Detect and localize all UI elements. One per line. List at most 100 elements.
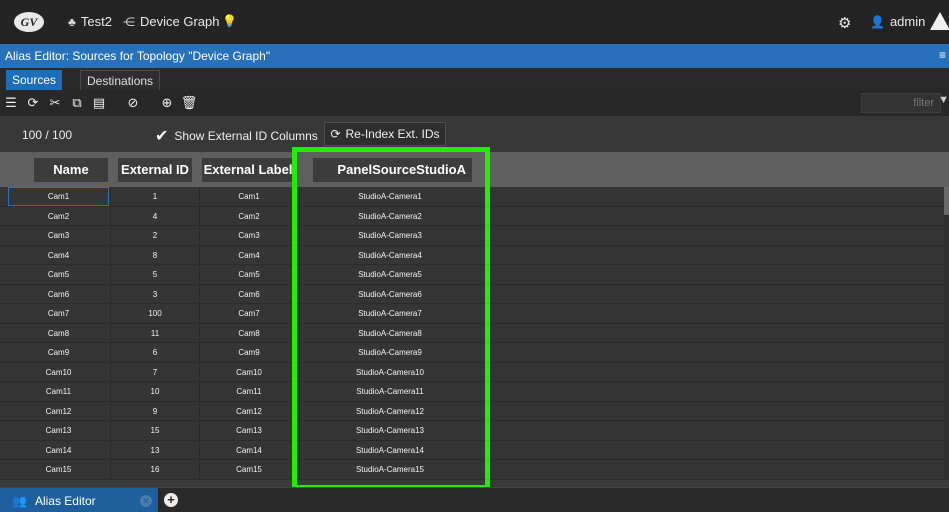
cell-ext-label[interactable]: Cam3 bbox=[200, 226, 298, 245]
table-row[interactable]: Cam5 5 Cam5 StudioA-Camera5 bbox=[0, 265, 946, 285]
add-icon[interactable]: ⊕ bbox=[158, 94, 176, 112]
cell-name[interactable]: Cam4 bbox=[8, 246, 109, 265]
cell-name[interactable]: Cam7 bbox=[8, 304, 109, 323]
cell-name[interactable]: Cam1 bbox=[8, 187, 109, 206]
cell-ext-id[interactable]: 3 bbox=[112, 285, 198, 304]
cell-ext-label[interactable]: Cam7 bbox=[200, 304, 298, 323]
cell-panel[interactable]: StudioA-Camera8 bbox=[300, 324, 480, 343]
table-row[interactable]: Cam8 11 Cam8 StudioA-Camera8 bbox=[0, 324, 946, 343]
table-row[interactable]: Cam15 16 Cam15 StudioA-Camera15 bbox=[0, 460, 946, 480]
cell-name[interactable]: Cam5 bbox=[8, 265, 109, 284]
tab-alias-editor[interactable]: 👥 Alias Editor ✕ bbox=[0, 488, 158, 512]
cell-name[interactable]: Cam8 bbox=[8, 324, 109, 343]
tab-sources[interactable]: Sources bbox=[6, 70, 63, 90]
cell-panel[interactable]: StudioA-Camera10 bbox=[300, 363, 480, 382]
paste-icon[interactable]: ▤ bbox=[90, 94, 108, 112]
cut-icon[interactable]: ✂ bbox=[46, 94, 64, 112]
cell-ext-label[interactable]: Cam4 bbox=[200, 246, 298, 265]
cell-panel[interactable]: StudioA-Camera4 bbox=[300, 246, 480, 265]
column-header-name[interactable]: Name bbox=[34, 158, 108, 182]
cell-panel[interactable]: StudioA-Camera5 bbox=[300, 265, 480, 284]
cell-panel[interactable]: StudioA-Camera6 bbox=[300, 285, 480, 304]
cell-ext-id[interactable]: 4 bbox=[112, 207, 198, 226]
table-row[interactable]: Cam2 4 Cam2 StudioA-Camera2 bbox=[0, 207, 946, 226]
cell-ext-id[interactable]: 8 bbox=[112, 246, 198, 265]
cell-ext-label[interactable]: Cam1 bbox=[200, 187, 298, 206]
cell-ext-id[interactable]: 6 bbox=[112, 343, 198, 362]
cell-ext-label[interactable]: Cam5 bbox=[200, 265, 298, 284]
cell-ext-id[interactable]: 11 bbox=[112, 324, 198, 343]
cell-ext-label[interactable]: Cam14 bbox=[200, 441, 298, 460]
table-row[interactable]: Cam14 13 Cam14 StudioA-Camera14 bbox=[0, 441, 946, 460]
cell-ext-id[interactable]: 5 bbox=[112, 265, 198, 284]
column-header-external-label[interactable]: External Label bbox=[202, 158, 294, 182]
cell-ext-label[interactable]: Cam6 bbox=[200, 285, 298, 304]
list-icon[interactable]: ☰ bbox=[2, 94, 20, 112]
clear-icon[interactable]: ⊘ bbox=[124, 94, 142, 112]
cell-ext-id[interactable]: 15 bbox=[112, 421, 198, 440]
delete-icon[interactable]: 🗑 bbox=[180, 94, 198, 112]
cell-ext-id[interactable]: 13 bbox=[112, 441, 198, 460]
table-row[interactable]: Cam11 10 Cam11 StudioA-Camera11 bbox=[0, 382, 946, 402]
column-header-panel-source[interactable]: PanelSourceStudioA bbox=[313, 158, 472, 182]
table-row[interactable]: Cam3 2 Cam3 StudioA-Camera3 bbox=[0, 226, 946, 246]
scrollbar-thumb[interactable] bbox=[944, 187, 949, 215]
close-icon[interactable]: ✕ bbox=[140, 494, 152, 507]
tab-destinations[interactable]: Destinations bbox=[80, 70, 161, 90]
cell-ext-label[interactable]: Cam8 bbox=[200, 324, 298, 343]
cell-panel[interactable]: StudioA-Camera15 bbox=[300, 460, 480, 479]
graph-menu[interactable]: ⋲ Device Graph bbox=[123, 14, 219, 29]
show-external-id-checkbox[interactable]: ✔ Show External ID Columns bbox=[155, 126, 318, 146]
cell-ext-id[interactable]: 9 bbox=[112, 402, 198, 421]
menu-icon[interactable]: ≡ bbox=[939, 48, 946, 62]
alert-icon[interactable] bbox=[930, 12, 949, 30]
cell-panel[interactable]: StudioA-Camera2 bbox=[300, 207, 480, 226]
project-menu[interactable]: ♣ Test2 bbox=[68, 14, 112, 29]
cell-name[interactable]: Cam6 bbox=[8, 285, 109, 304]
cell-panel[interactable]: StudioA-Camera12 bbox=[300, 402, 480, 421]
filter-input[interactable]: filter bbox=[861, 93, 941, 113]
cell-panel[interactable]: StudioA-Camera3 bbox=[300, 226, 480, 245]
cell-ext-id[interactable]: 10 bbox=[112, 382, 198, 401]
cell-panel[interactable]: StudioA-Camera9 bbox=[300, 343, 480, 362]
cell-ext-label[interactable]: Cam2 bbox=[200, 207, 298, 226]
cell-ext-id[interactable]: 100 bbox=[112, 304, 198, 323]
cell-panel[interactable]: StudioA-Camera7 bbox=[300, 304, 480, 323]
copy-icon[interactable]: ⧉ bbox=[68, 94, 86, 112]
cell-ext-label[interactable]: Cam12 bbox=[200, 402, 298, 421]
add-tab-button[interactable]: + bbox=[164, 493, 178, 507]
cell-ext-label[interactable]: Cam13 bbox=[200, 421, 298, 440]
cell-name[interactable]: Cam11 bbox=[8, 382, 109, 401]
table-row[interactable]: Cam7 100 Cam7 StudioA-Camera7 bbox=[0, 304, 946, 324]
cell-panel[interactable]: StudioA-Camera14 bbox=[300, 441, 480, 460]
cell-name[interactable]: Cam14 bbox=[8, 441, 109, 460]
cell-ext-id[interactable]: 16 bbox=[112, 460, 198, 479]
cell-name[interactable]: Cam10 bbox=[8, 363, 109, 382]
refresh-icon[interactable]: ⟳ bbox=[24, 94, 42, 112]
table-row[interactable]: Cam13 15 Cam13 StudioA-Camera13 bbox=[0, 421, 946, 441]
table-row[interactable]: Cam6 3 Cam6 StudioA-Camera6 bbox=[0, 285, 946, 304]
cell-panel[interactable]: StudioA-Camera11 bbox=[300, 382, 480, 401]
column-header-external-id[interactable]: External ID bbox=[118, 158, 192, 182]
cell-name[interactable]: Cam15 bbox=[8, 460, 109, 479]
cell-name[interactable]: Cam2 bbox=[8, 207, 109, 226]
cell-ext-id[interactable]: 1 bbox=[112, 187, 198, 206]
chevron-down-icon[interactable]: ▼ bbox=[938, 94, 949, 106]
vertical-scrollbar[interactable] bbox=[944, 187, 949, 480]
cell-panel[interactable]: StudioA-Camera1 bbox=[300, 187, 480, 206]
user-menu[interactable]: 👤 admin bbox=[870, 14, 925, 29]
table-row[interactable]: Cam9 6 Cam9 StudioA-Camera9 bbox=[0, 343, 946, 363]
cell-ext-id[interactable]: 7 bbox=[112, 363, 198, 382]
cell-panel[interactable]: StudioA-Camera13 bbox=[300, 421, 480, 440]
tips-button[interactable]: 💡 bbox=[222, 14, 237, 28]
table-row[interactable]: Cam12 9 Cam12 StudioA-Camera12 bbox=[0, 402, 946, 421]
cell-ext-label[interactable]: Cam11 bbox=[200, 382, 298, 401]
cell-ext-label[interactable]: Cam10 bbox=[200, 363, 298, 382]
table-row[interactable]: Cam4 8 Cam4 StudioA-Camera4 bbox=[0, 246, 946, 265]
cell-name[interactable]: Cam13 bbox=[8, 421, 109, 440]
cell-name[interactable]: Cam3 bbox=[8, 226, 109, 245]
table-row[interactable]: Cam1 1 Cam1 StudioA-Camera1 bbox=[0, 187, 946, 207]
settings-button[interactable]: ⚙ bbox=[838, 14, 851, 32]
cell-name[interactable]: Cam9 bbox=[8, 343, 109, 362]
table-row[interactable]: Cam10 7 Cam10 StudioA-Camera10 bbox=[0, 363, 946, 382]
